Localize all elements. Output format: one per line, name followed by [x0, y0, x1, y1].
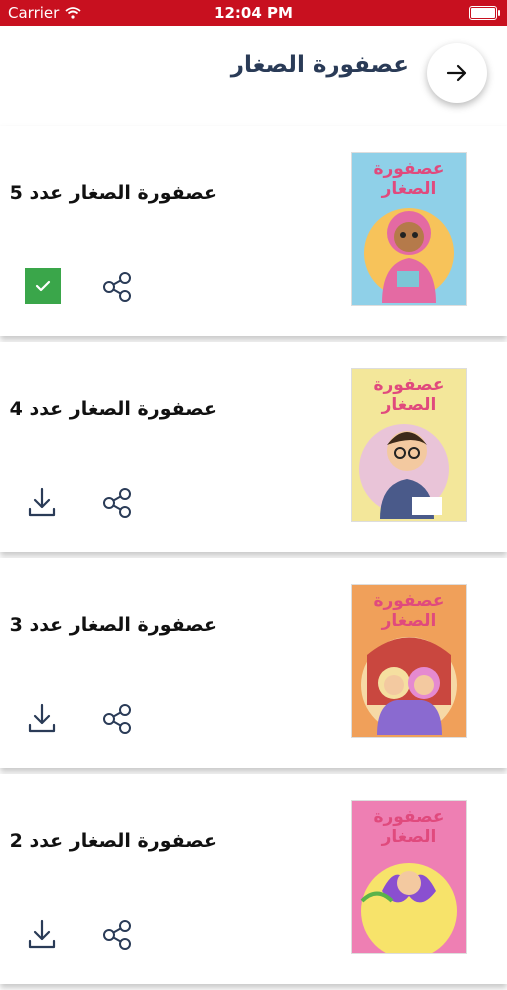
battery-icon — [469, 6, 500, 20]
download-button[interactable] — [24, 484, 60, 520]
download-button[interactable] — [24, 700, 60, 736]
arrow-right-icon — [446, 64, 467, 82]
checkmark-icon — [35, 280, 51, 292]
cover-illustration — [359, 424, 449, 519]
share-button[interactable] — [98, 700, 136, 738]
share-icon — [103, 488, 131, 518]
share-button[interactable] — [98, 916, 136, 954]
share-icon — [103, 272, 131, 302]
back-button[interactable] — [427, 43, 487, 103]
cover-illustration — [361, 637, 457, 735]
cover-illustration — [360, 863, 457, 953]
issue-title: عصفورة الصغار عدد 2 — [9, 830, 217, 852]
issue-title: عصفورة الصغار عدد 4 — [9, 398, 217, 420]
share-button[interactable] — [98, 484, 136, 522]
issue-title: عصفورة الصغار عدد 5 — [9, 182, 217, 204]
issue-card[interactable]: عصفورة الصغار عصفورة الصغار عدد 3 — [0, 558, 507, 768]
download-button[interactable] — [24, 916, 60, 952]
issue-card[interactable]: عصفورة الصغار عصفورة الصغار عدد 5 — [0, 126, 507, 336]
download-icon — [28, 919, 56, 949]
status-bar: Carrier 12:04 PM — [0, 0, 507, 26]
download-icon — [28, 703, 56, 733]
share-button[interactable] — [98, 268, 136, 306]
issue-card[interactable]: عصفورة الصغار عصفورة الصغار عدد 2 — [0, 774, 507, 984]
issue-cover[interactable]: عصفورة الصغار — [351, 584, 467, 738]
issue-cover[interactable]: عصفورة الصغار — [351, 800, 467, 954]
issue-card[interactable]: عصفورة الصغار عصفورة الصغار عدد 4 — [0, 342, 507, 552]
cover-illustration — [364, 208, 454, 303]
issue-cover[interactable]: عصفورة الصغار — [351, 368, 467, 522]
issue-title: عصفورة الصغار عدد 3 — [9, 614, 217, 636]
issues-list: عصفورة الصغار عصفورة الصغار عدد 5 عصفورة… — [0, 126, 507, 990]
downloaded-button[interactable] — [25, 268, 61, 304]
header: عصفورة الصغار — [0, 26, 507, 126]
page-title: عصفورة الصغار — [230, 52, 409, 78]
issue-cover[interactable]: عصفورة الصغار — [351, 152, 467, 306]
share-icon — [103, 920, 131, 950]
clock: 12:04 PM — [214, 4, 293, 22]
share-icon — [103, 704, 131, 734]
download-icon — [28, 487, 56, 517]
